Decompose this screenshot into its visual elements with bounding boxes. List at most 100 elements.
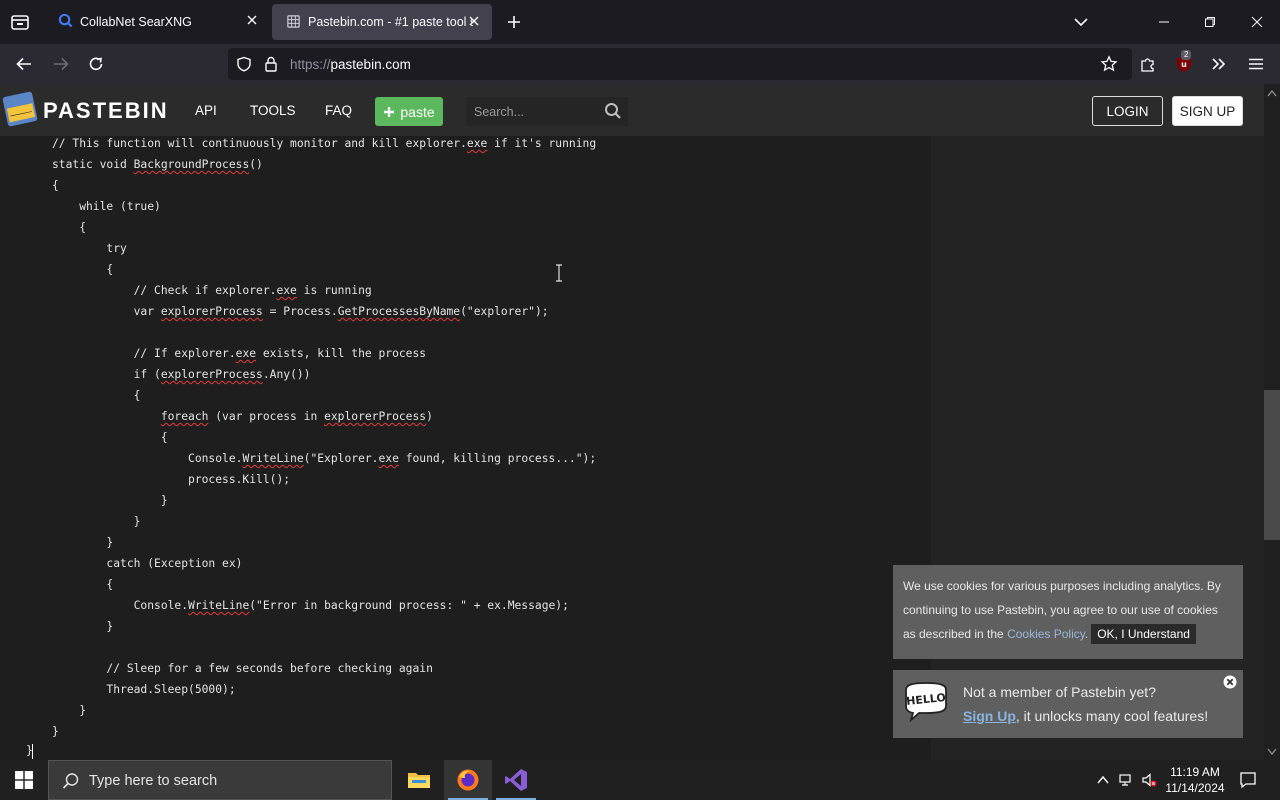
cookies-policy-link[interactable]: Cookies Policy [1007,627,1085,641]
minimize-button[interactable] [1141,0,1187,44]
code-text: } [52,494,168,507]
network-icon[interactable] [1118,772,1134,788]
search-icon[interactable] [604,102,622,120]
code-line: while (true) [52,199,912,220]
code-text: { [52,179,59,192]
shield-icon[interactable] [236,56,252,72]
start-button[interactable] [0,760,48,800]
taskbar-file-explorer[interactable] [395,760,443,800]
visual-studio-icon [505,769,527,791]
close-icon[interactable] [468,15,480,27]
code-line: process.Kill(); [52,472,912,493]
taskbar-search[interactable]: Type here to search [48,760,392,800]
minimize-icon [1159,21,1169,23]
tab-title: CollabNet SearXNG [80,15,192,29]
scroll-down-icon[interactable] [1267,748,1277,756]
close-circle-icon[interactable] [1223,675,1237,689]
code-text: // Sleep for a few seconds before checki… [52,662,433,675]
new-paste-button[interactable]: paste [375,97,443,126]
url-host: pastebin.com [330,57,411,72]
taskbar-visual-studio[interactable] [492,760,540,800]
taskbar-firefox[interactable] [444,760,492,800]
promo-text-rest: , it unlocks many cool features! [1015,708,1209,724]
nav-faq[interactable]: FAQ [325,103,352,118]
reload-icon[interactable] [87,55,105,73]
spellcheck-flagged-word: explorerProcess [160,368,263,381]
address-bar[interactable]: https://pastebin.com [228,48,1132,80]
promo-signup-link[interactable]: Sign Up [963,708,1016,724]
new-tab-icon[interactable] [505,13,523,31]
firefox-view-icon[interactable] [8,10,32,34]
code-text: { [52,389,141,402]
taskbar-clock[interactable]: 11:19 AM 11/14/2024 [1160,764,1230,796]
tab-pastebin[interactable]: Pastebin.com - #1 paste tool since 2002! [272,4,492,40]
code-text: } [52,620,114,633]
code-line: } [52,493,912,514]
login-button[interactable]: LOGIN [1092,96,1163,126]
clock-time: 11:19 AM [1170,765,1220,779]
browser-tab-strip: CollabNet SearXNG Pastebin.com - #1 past… [0,0,1280,44]
code-line: try [52,241,912,262]
extensions-puzzle-icon[interactable] [1139,55,1157,73]
volume-muted-icon[interactable] [1141,772,1157,788]
back-arrow-icon[interactable] [15,55,33,73]
pastebin-favicon-icon [287,15,300,28]
code-block[interactable]: // This function will continuously monit… [52,136,912,745]
scrollbar-thumb[interactable] [1264,390,1280,540]
close-icon[interactable] [246,14,258,26]
nav-api[interactable]: API [195,103,217,118]
code-line: } [52,535,912,556]
code-text: ) [426,410,433,423]
url-text[interactable]: https://pastebin.com [290,57,411,72]
spellcheck-flagged-word: WriteLine [188,599,250,612]
code-text: // If explorer. [52,347,236,360]
promo-text: Sign Up, it unlocks many cool features! [963,708,1208,724]
notification-icon[interactable] [1239,771,1257,789]
restore-button[interactable] [1187,0,1233,44]
code-line: { [52,577,912,598]
bookmark-star-icon[interactable] [1100,55,1118,73]
code-line: { [52,262,912,283]
pastebin-logo-icon[interactable] [2,90,38,128]
search-icon [62,773,79,789]
tab-searxng[interactable]: CollabNet SearXNG [44,0,270,40]
code-text: { [52,578,114,591]
folder-icon [408,773,430,788]
code-text: exists, kill the process [256,347,427,360]
firefox-icon [457,769,479,791]
code-text: // Check if explorer. [52,284,277,297]
cookie-period: . [1084,627,1089,641]
cookie-notice: We use cookies for various purposes incl… [893,565,1243,659]
scroll-up-icon[interactable] [1267,89,1277,97]
browser-nav-bar: https://pastebin.com u [0,44,1280,84]
code-text: } [52,536,114,549]
code-line: if (explorerProcess.Any()) [52,367,912,388]
spellcheck-flagged-word: exe [276,284,297,297]
code-text: found, killing process..."); [398,452,597,465]
code-line: { [52,388,912,409]
forward-arrow-icon[interactable] [52,55,70,73]
close-window-button[interactable] [1234,0,1280,44]
nav-tools[interactable]: TOOLS [250,103,296,118]
text-caret [32,744,33,759]
code-text: is running [296,284,372,297]
chevron-up-icon[interactable] [1095,772,1111,788]
windows-logo-icon [15,771,33,789]
pastebin-logo-text[interactable]: PASTEBIN [43,98,169,124]
code-text: } [52,725,59,738]
code-line: Console.WriteLine("Error in background p… [52,598,912,619]
cookie-accept-button[interactable]: OK, I Understand [1091,624,1196,644]
chevron-down-icon[interactable] [1073,14,1089,30]
code-line: } [52,724,912,745]
overflow-chevrons-icon[interactable] [1210,55,1228,73]
signup-button[interactable]: SIGN UP [1172,96,1243,126]
lock-icon[interactable] [264,56,278,72]
clock-date: 11/14/2024 [1165,781,1225,795]
code-line: catch (Exception ex) [52,556,912,577]
spellcheck-flagged-word: GetProcessesByName [337,305,461,318]
hamburger-menu-icon[interactable] [1247,55,1265,73]
code-text: // This function will continuously monit… [52,137,467,150]
